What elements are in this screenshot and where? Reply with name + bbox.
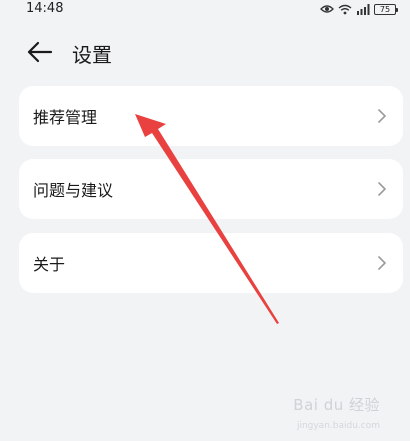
- menu-item-recommend-management[interactable]: 推荐管理: [19, 86, 403, 146]
- status-bar: 14:48 75: [0, 0, 410, 20]
- menu-item-about[interactable]: 关于: [19, 233, 403, 293]
- baidu-watermark: Bai du 经验: [293, 396, 380, 414]
- menu-item-feedback[interactable]: 问题与建议: [19, 159, 403, 219]
- eye-icon: [320, 4, 334, 14]
- menu-item-label: 推荐管理: [33, 108, 98, 127]
- battery-icon: 75: [374, 3, 398, 15]
- signal-icon: [356, 3, 370, 15]
- status-icons: 75: [320, 2, 398, 16]
- back-button[interactable]: [26, 40, 54, 64]
- chevron-right-icon: [377, 108, 387, 124]
- menu-item-label: 关于: [33, 255, 66, 274]
- wifi-icon: [338, 4, 352, 15]
- menu-item-label: 问题与建议: [33, 181, 114, 200]
- chevron-right-icon: [377, 181, 387, 197]
- status-time: 14:48: [26, 1, 64, 16]
- chevron-right-icon: [377, 255, 387, 271]
- header: 设置: [0, 32, 410, 72]
- arrow-left-icon: [27, 41, 53, 63]
- page-title: 设置: [72, 43, 112, 67]
- baidu-watermark-url: jingyan.baidu.com: [296, 421, 380, 431]
